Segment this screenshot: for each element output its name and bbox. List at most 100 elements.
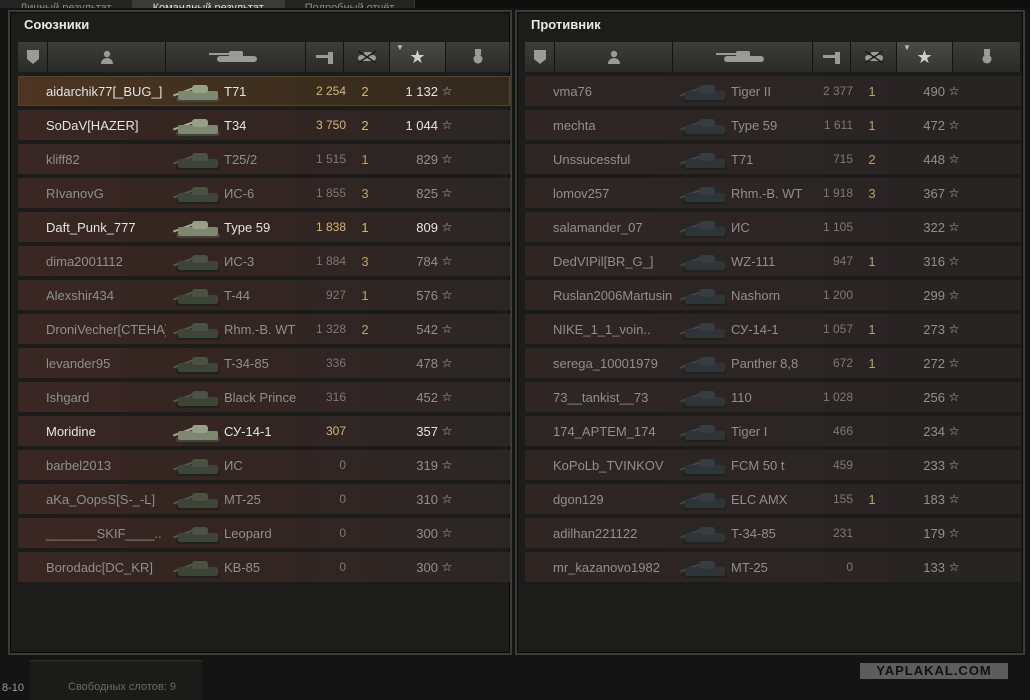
damage-icon — [315, 52, 333, 64]
enemies-list: vma76 Tiger II 2 377 1 490 ☆ mechta Type 59 1 61… — [525, 76, 1021, 586]
player-name: lomov257 — [553, 185, 610, 201]
tank-name: ИС-6 — [224, 185, 255, 201]
tank-image — [166, 450, 224, 480]
player-name: Ruslan2006Martusin.. — [553, 287, 673, 303]
xp-star-icon: ★ — [916, 46, 933, 67]
table-row[interactable]: mr_kazanovo1982 MT-25 0 133 ☆ — [525, 552, 1021, 582]
tank-image — [166, 484, 224, 514]
table-row[interactable]: dima2001112 ИС-3 1 884 3 784 ☆ — [18, 246, 510, 276]
player-name: Ishgard — [46, 389, 90, 405]
tab-personal[interactable]: Личный результат — [0, 0, 133, 8]
xp-value: 133 — [923, 559, 945, 575]
table-row[interactable]: RIvanovG ИС-6 1 855 3 825 ☆ — [18, 178, 510, 208]
table-row[interactable]: adilhan221122 T-34-85 231 179 ☆ — [525, 518, 1021, 548]
table-row[interactable]: Borodadc[DC_KR] KB-85 0 300 ☆ — [18, 552, 510, 582]
table-row[interactable]: lomov257 Rhm.-B. WT 1 918 3 367 ☆ — [525, 178, 1021, 208]
table-row[interactable]: 174_APTEM_174 Tiger I 466 234 ☆ — [525, 416, 1021, 446]
xp-value: 1 132 — [405, 83, 438, 99]
tank-name: MT-25 — [224, 491, 261, 507]
table-row[interactable]: Unssucessful T71 715 2 448 ☆ — [525, 144, 1021, 174]
damage-value: 466 — [832, 424, 853, 438]
kills-column-header[interactable] — [344, 42, 390, 72]
tank-name: ИС-3 — [224, 253, 255, 269]
xp-star-icon: ☆ — [441, 424, 453, 438]
tank-image — [673, 416, 731, 446]
damage-column-header[interactable] — [306, 42, 344, 72]
table-row[interactable]: kliff82 T25/2 1 515 1 829 ☆ — [18, 144, 510, 174]
kills-value: 1 — [868, 491, 876, 507]
player-name: RIvanovG — [46, 185, 104, 201]
xp-star-icon: ☆ — [948, 390, 960, 404]
table-row[interactable]: Ishgard Black Prince 316 452 ☆ — [18, 382, 510, 412]
table-row[interactable]: _______SKIF____.. Leopard 0 300 ☆ — [18, 518, 510, 548]
table-row[interactable]: barbel2013 ИС 0 319 ☆ — [18, 450, 510, 480]
table-row[interactable]: aidarchik77[_BUG_] T71 2 254 2 1 132 ☆ — [18, 76, 510, 106]
damage-value: 155 — [832, 492, 853, 506]
tab-team[interactable]: Командный результат — [132, 0, 285, 8]
sort-desc-icon: ▼ — [396, 43, 404, 52]
tank-image — [166, 382, 224, 412]
damage-column-header[interactable] — [813, 42, 851, 72]
damage-value: 0 — [339, 526, 346, 540]
tank-column-header[interactable] — [166, 42, 306, 72]
tank-column-header[interactable] — [673, 42, 813, 72]
player-name: Daft_Punk_777 — [46, 219, 136, 235]
table-row[interactable]: serega_10001979 Panther 8,8 672 1 272 ☆ — [525, 348, 1021, 378]
xp-value: 322 — [923, 219, 945, 235]
player-name: salamander_07 — [553, 219, 643, 235]
enemies-panel: Противник ▼ ★ vma76 Tiger II 2 377 1 490 ☆ mec… — [515, 10, 1025, 655]
xp-value: 179 — [923, 525, 945, 541]
table-row[interactable]: DedVIPil[BR_G_] WZ-111 947 1 316 ☆ — [525, 246, 1021, 276]
table-row[interactable]: levander95 T-34-85 336 478 ☆ — [18, 348, 510, 378]
squad-column-header[interactable] — [18, 42, 48, 72]
tab-detailed[interactable]: Подробный отчёт — [284, 0, 416, 8]
damage-value: 336 — [325, 356, 346, 370]
medal-column-header[interactable] — [953, 42, 1021, 72]
table-row[interactable]: KoPoLb_TVINKOV FCM 50 t 459 233 ☆ — [525, 450, 1021, 480]
xp-value: 310 — [416, 491, 438, 507]
table-row[interactable]: Ruslan2006Martusin.. Nashorn 1 200 299 ☆ — [525, 280, 1021, 310]
kills-value: 3 — [361, 185, 369, 201]
tank-name: WZ-111 — [731, 253, 776, 269]
damage-value: 1 884 — [315, 254, 346, 268]
table-row[interactable]: NIKE_1_1_voin.. СУ-14-1 1 057 1 273 ☆ — [525, 314, 1021, 344]
player-column-header[interactable] — [555, 42, 673, 72]
player-name: dgon129 — [553, 491, 604, 507]
table-row[interactable]: 73__tankist__73 110 1 028 256 ☆ — [525, 382, 1021, 412]
tank-name: Leopard — [224, 525, 272, 541]
xp-column-header[interactable]: ▼ ★ — [897, 42, 953, 72]
xp-column-header[interactable]: ▼ ★ — [390, 42, 446, 72]
table-row[interactable]: SoDaV[HAZER] T34 3 750 2 1 044 ☆ — [18, 110, 510, 140]
xp-value: 576 — [416, 287, 438, 303]
table-row[interactable]: aKa_OopsS[S-_-L] MT-25 0 310 ☆ — [18, 484, 510, 514]
tank-image — [166, 280, 224, 310]
table-row[interactable]: mechta Type 59 1 611 1 472 ☆ — [525, 110, 1021, 140]
tank-name: ELC AMX — [731, 491, 788, 507]
table-row[interactable]: Moridine СУ-14-1 307 357 ☆ — [18, 416, 510, 446]
player-name: kliff82 — [46, 151, 80, 167]
xp-star-icon: ☆ — [441, 322, 453, 336]
damage-icon — [822, 52, 840, 64]
tank-name: T-34-85 — [731, 525, 776, 541]
table-row[interactable]: Alexshir434 T-44 927 1 576 ☆ — [18, 280, 510, 310]
tank-name: T-44 — [224, 287, 251, 303]
xp-value: 300 — [416, 559, 438, 575]
table-row[interactable]: Daft_Punk_777 Type 59 1 838 1 809 ☆ — [18, 212, 510, 242]
damage-value: 1 328 — [315, 322, 346, 336]
kills-value: 1 — [868, 321, 876, 337]
table-row[interactable]: dgon129 ELC AMX 155 1 183 ☆ — [525, 484, 1021, 514]
table-row[interactable]: DroniVecher[СТЕНА] Rhm.-B. WT 1 328 2 542 ☆ — [18, 314, 510, 344]
squad-column-header[interactable] — [525, 42, 555, 72]
table-row[interactable]: vma76 Tiger II 2 377 1 490 ☆ — [525, 76, 1021, 106]
tank-name: KB-85 — [224, 559, 261, 575]
tank-name: СУ-14-1 — [731, 321, 779, 337]
table-row[interactable]: salamander_07 ИС 1 105 322 ☆ — [525, 212, 1021, 242]
medal-column-header[interactable] — [446, 42, 510, 72]
kills-column-header[interactable] — [851, 42, 897, 72]
kills-value: 1 — [868, 83, 876, 99]
xp-value: 272 — [923, 355, 945, 371]
damage-value: 0 — [339, 560, 346, 574]
player-column-header[interactable] — [48, 42, 166, 72]
tank-icon — [715, 51, 764, 62]
xp-value: 319 — [416, 457, 438, 473]
